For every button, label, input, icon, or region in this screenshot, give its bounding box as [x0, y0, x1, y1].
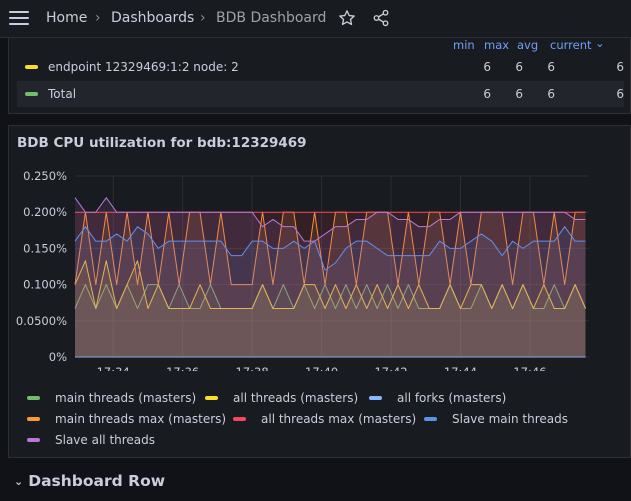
cpu-utilization-panel: BDB CPU utilization for bdb:12329469 0% 0…	[8, 125, 631, 458]
sort-chevron-icon[interactable]: ⌄	[595, 36, 605, 50]
y-tick-label: 0.150%	[23, 241, 67, 255]
y-tick-label: 0.200%	[23, 205, 67, 219]
column-header-current[interactable]: current	[550, 38, 592, 52]
breadcrumb-home[interactable]: Home	[46, 10, 87, 26]
series-color-swatch	[25, 65, 38, 69]
value-min: 6	[483, 87, 491, 101]
x-tick-label: 17:38	[236, 365, 269, 371]
cpu-utilization-chart[interactable]: 0% 0.0500% 0.100% 0.150% 0.200% 0.250% 17:34 17…	[9, 126, 630, 371]
value-avg: 6	[547, 87, 555, 101]
x-tick-label: 17:42	[374, 365, 407, 371]
y-tick-label: 0.250%	[23, 169, 67, 183]
value-min: 6	[483, 60, 491, 74]
series-name: endpoint 12329469:1:2 node: 2	[48, 60, 239, 74]
x-tick-label: 17:40	[305, 365, 338, 371]
series-name: Total	[48, 87, 77, 101]
dashboard-row-header[interactable]: ⌄ Dashboard Row	[14, 472, 165, 490]
legend-table-row[interactable]: endpoint 12329469:1:2 node: 2 6 6 6 6	[17, 54, 624, 80]
breadcrumb-separator: ›	[95, 10, 101, 26]
series-color-swatch	[25, 92, 38, 96]
legend-item-all-threads-max[interactable]: all threads max (masters)	[233, 412, 416, 426]
value-current: 6	[616, 87, 624, 101]
value-current: 6	[616, 60, 624, 74]
legend-item-main-threads[interactable]: main threads (masters)	[27, 391, 196, 405]
legend-table-row[interactable]: Total 6 6 6 6	[17, 81, 624, 107]
y-tick-label: 0.0500%	[16, 314, 67, 328]
legend-item-main-threads-max[interactable]: main threads max (masters)	[27, 412, 226, 426]
chevron-down-icon: ⌄	[14, 475, 24, 488]
y-tick-label: 0%	[49, 350, 67, 364]
legend-item-slave-all-threads[interactable]: Slave all threads	[27, 433, 155, 447]
breadcrumb-dashboards[interactable]: Dashboards	[111, 10, 194, 26]
breadcrumb-separator: ›	[200, 10, 206, 26]
x-tick-label: 17:46	[513, 365, 546, 371]
y-tick-label: 0.100%	[23, 278, 67, 292]
column-header-avg[interactable]: avg	[517, 38, 538, 52]
row-title: Dashboard Row	[28, 472, 166, 490]
value-avg: 6	[547, 60, 555, 74]
column-header-min[interactable]: min	[453, 38, 475, 52]
value-max: 6	[515, 60, 523, 74]
x-tick-label: 17:36	[166, 365, 199, 371]
star-icon[interactable]	[338, 9, 356, 27]
column-header-max[interactable]: max	[484, 38, 509, 52]
legend-item-all-threads[interactable]: all threads (masters)	[205, 391, 358, 405]
legend-table-panel: min max avg current ⌄ endpoint 12329469:…	[8, 36, 631, 114]
x-tick-label: 17:44	[444, 365, 477, 371]
legend-item-slave-main-threads[interactable]: Slave main threads	[424, 412, 568, 426]
share-icon[interactable]	[372, 9, 390, 27]
legend-item-all-forks[interactable]: all forks (masters)	[369, 391, 506, 405]
top-nav-bar: Home › Dashboards › BDB Dashboard	[0, 0, 631, 38]
x-tick-label: 17:34	[97, 365, 130, 371]
breadcrumb-current: BDB Dashboard	[216, 10, 327, 26]
hamburger-menu-icon[interactable]	[9, 11, 29, 27]
value-max: 6	[515, 87, 523, 101]
